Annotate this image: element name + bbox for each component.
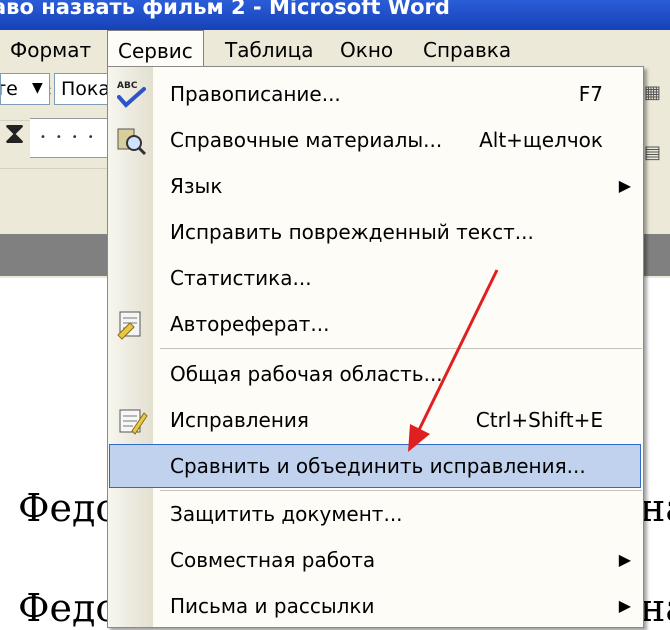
title-bar: аво назвать фильм 2 - Microsoft Word: [0, 0, 670, 30]
menu-help[interactable]: Справка: [423, 38, 511, 62]
style-value: те: [1, 78, 18, 100]
menu-item-language[interactable]: Язык ▶: [108, 163, 643, 209]
menu-separator: [160, 348, 642, 349]
menu-item-shared-workspace[interactable]: Общая рабочая область...: [108, 351, 643, 397]
hourglass-icon: ⧗: [4, 116, 26, 151]
research-icon: [117, 128, 147, 156]
menu-item-research[interactable]: Справочные материалы... Alt+щелчок: [108, 117, 643, 163]
toolbar-button-icon[interactable]: ▤: [644, 142, 661, 163]
document-text-right: на: [640, 586, 670, 630]
menu-item-protect-document[interactable]: Защитить документ...: [108, 491, 643, 537]
menu-window[interactable]: Окно: [340, 38, 393, 62]
menu-service[interactable]: Сервис: [107, 30, 204, 67]
menu-item-repair-text[interactable]: Исправить поврежденный текст...: [108, 209, 643, 255]
font-select[interactable]: Пока: [54, 73, 108, 105]
svg-text:ABC: ABC: [117, 81, 138, 91]
menu-bar: Формат Сервис Таблица Окно Справка: [0, 30, 670, 68]
menu-item-mailings[interactable]: Письма и рассылки ▶: [108, 583, 643, 629]
document-text-left: Федо: [18, 586, 119, 630]
window-title: аво назвать фильм 2 - Microsoft Word: [0, 0, 450, 19]
submenu-arrow-icon: ▶: [618, 550, 631, 569]
menu-table[interactable]: Таблица: [225, 38, 313, 62]
spelling-abc-icon: ABC: [117, 81, 146, 108]
document-text-right: на: [640, 486, 670, 530]
menu-item-autosummarize[interactable]: Автореферат...: [108, 301, 643, 347]
menu-format[interactable]: Формат: [10, 38, 91, 62]
chevron-down-icon[interactable]: ▼: [32, 80, 43, 96]
track-changes-icon: [119, 409, 148, 435]
submenu-arrow-icon: ▶: [618, 596, 631, 615]
service-dropdown-menu: ABC Правописание... F7 Справочные матери…: [107, 66, 644, 628]
font-value: Пока: [61, 78, 108, 100]
ruler-ticks: ••••: [40, 132, 104, 143]
menu-item-statistics[interactable]: Статистика...: [108, 255, 643, 301]
menu-item-track-changes[interactable]: Исправления Ctrl+Shift+E: [108, 397, 643, 443]
menu-item-collaboration[interactable]: Совместная работа ▶: [108, 537, 643, 583]
toolbar-button-icon[interactable]: ▦: [644, 82, 661, 103]
menu-item-compare-merge[interactable]: Сравнить и объединить исправления...: [108, 443, 643, 489]
submenu-arrow-icon: ▶: [618, 176, 631, 195]
document-text-left: Федо: [18, 486, 119, 530]
autosummarize-icon: [117, 311, 141, 340]
menu-item-spelling[interactable]: ABC Правописание... F7: [108, 71, 643, 117]
